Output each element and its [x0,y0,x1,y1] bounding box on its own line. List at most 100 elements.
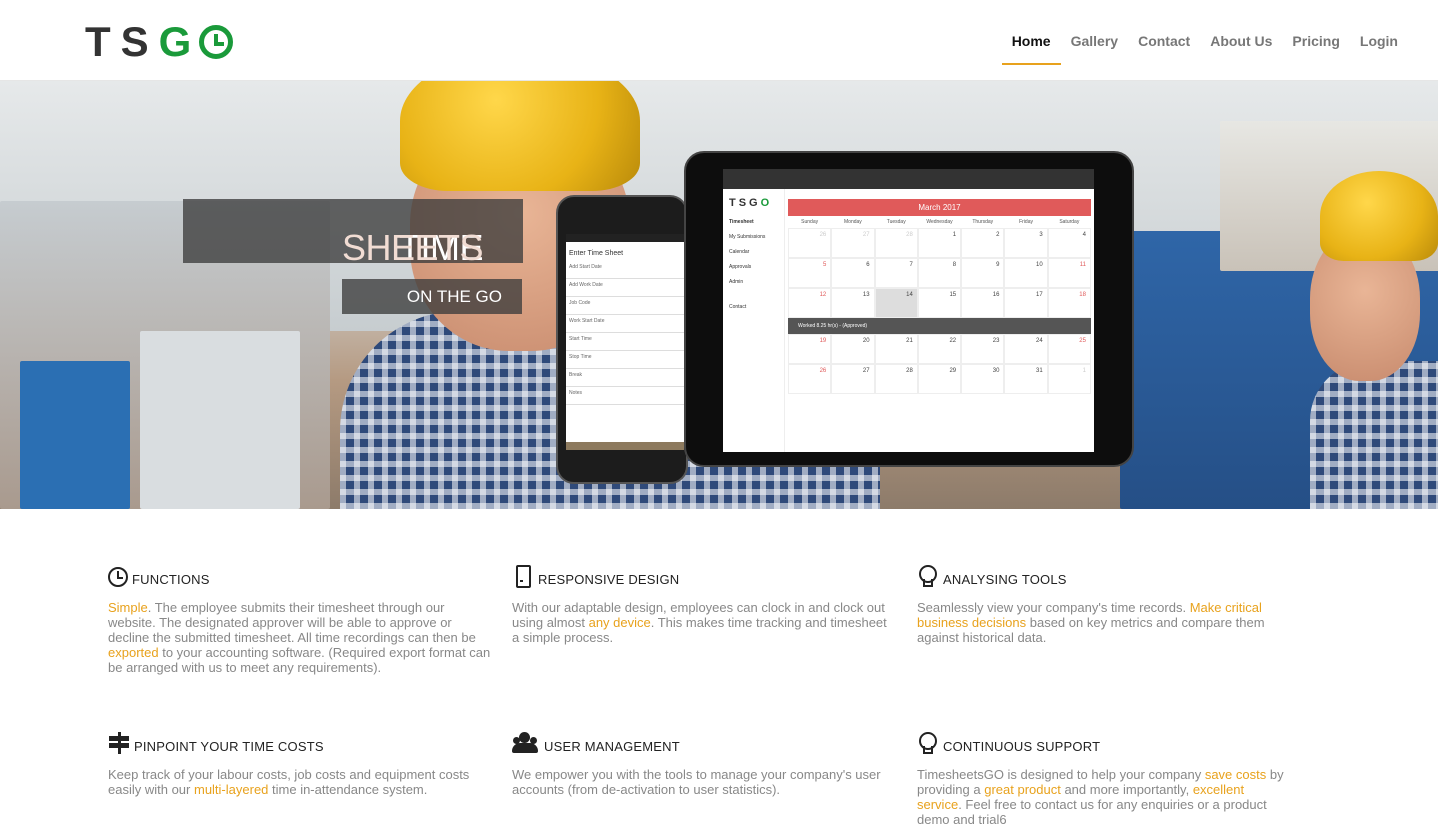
feature-text: We empower you with the tools to manage … [512,767,897,797]
weekday-label: Tuesday [886,219,906,225]
feature-heading: USER MANAGEMENT [512,728,897,754]
feature-link[interactable]: exported [108,645,159,660]
phone-row: Start Time [566,333,684,351]
lightbulb-icon [917,565,939,587]
logo-clock-icon [199,25,234,59]
phone-status-bar [566,234,684,242]
feature-text: Simple. The employee submits their times… [108,600,493,675]
feature-text-part: . The employee submits their timesheet t… [108,600,476,645]
feature-text-part: Seamlessly view your company's time reco… [917,600,1190,615]
hero-subtitle: ON THE GO [406,287,502,306]
hero-banner: Enter Time Sheet Add Start Date Add Work… [0,81,1438,509]
tsgo-logo[interactable]: TS G [85,18,234,65]
calendar-day: 19 [788,334,832,364]
tablet-mockup: Timesheet My Submissions Calendar Approv… [684,151,1134,467]
signpost-icon [108,732,130,754]
feature-text: With our adaptable design, employees can… [512,600,897,645]
calendar-day: 5 [788,258,832,288]
calendar-day: 1 [1047,364,1091,394]
phone-row: Job Code [566,297,684,315]
nav-login[interactable]: Login [1360,0,1398,81]
nav-contact[interactable]: Contact [1138,0,1190,81]
feature-functions: FUNCTIONS Simple. The employee submits t… [108,561,493,675]
tablet-logo-dark: TSG [729,197,761,209]
phone-mockup: Enter Time Sheet Add Start Date Add Work… [556,195,688,484]
calendar-week: 5 6 7 8 9 10 11 [788,258,1091,288]
weekday-label: Friday [1019,219,1033,225]
feature-link[interactable]: any device [589,615,651,630]
worked-hours-bar: Worked 8.25 hr(s) - (Approved) [788,318,1091,334]
calendar-day: 24 [1004,334,1048,364]
lightbulb-icon [917,732,939,754]
logo-text-green: G [158,18,202,65]
worker-left-helmet [400,81,640,191]
phone-submit-bar [566,442,684,450]
calendar-month-header: March 2017 [788,199,1091,216]
worker-right-shirt [1310,361,1438,509]
feature-heading: CONTINUOUS SUPPORT [917,728,1287,754]
nav-gallery[interactable]: Gallery [1071,0,1118,81]
feature-text: Keep track of your labour costs, job cos… [108,767,493,797]
calendar-day: 7 [874,258,918,288]
phone-row: Break [566,369,684,387]
nav-home[interactable]: Home [1001,0,1061,81]
feature-title: CONTINUOUS SUPPORT [943,739,1101,754]
phone-title: Enter Time Sheet [569,250,624,257]
nav-pricing[interactable]: Pricing [1292,0,1339,81]
calendar-day: 1 [917,228,962,258]
calendar-day: 17 [1004,288,1048,318]
calendar-day: 14 [874,288,918,318]
calendar-day: 15 [917,288,962,318]
calendar-day: 20 [831,334,875,364]
feature-pinpoint-costs: PINPOINT YOUR TIME COSTS Keep track of y… [108,728,493,797]
calendar-day: 11 [1047,258,1091,288]
tablet-sidebar: Timesheet My Submissions Calendar Approv… [723,189,785,452]
site-header: TS G Home Gallery Contact About Us Prici… [0,0,1438,81]
feature-text-part: to your accounting software. (Required e… [108,645,491,675]
tablet-screen: Timesheet My Submissions Calendar Approv… [723,169,1094,452]
feature-title: USER MANAGEMENT [544,739,680,754]
feature-user-management: USER MANAGEMENT We empower you with the … [512,728,897,797]
feature-link[interactable]: save costs [1205,767,1266,782]
phone-row: Work Start Date [566,315,684,333]
calendar-day: 21 [874,334,918,364]
calendar-day: 18 [1047,288,1091,318]
feature-heading: PINPOINT YOUR TIME COSTS [108,728,493,754]
calendar-day: 26 [788,228,832,258]
calendar-day: 27 [831,228,875,258]
tablet-menu-item: Approvals [729,264,752,270]
feature-link[interactable]: multi-layered [194,782,268,797]
phone-row: Add Start Date [566,261,684,279]
calendar-day: 16 [961,288,1005,318]
calendar-day: 29 [917,364,962,394]
calendar-week: 26 27 28 1 2 3 4 [788,228,1091,258]
logo-text-dark: TS [85,18,159,65]
feature-heading: ANALYSING TOOLS [917,561,1277,587]
features-section: FUNCTIONS Simple. The employee submits t… [0,509,1438,825]
nav-about-us[interactable]: About Us [1210,0,1272,81]
feature-title: ANALYSING TOOLS [943,572,1067,587]
weekday-label: Wednesday [926,219,953,225]
main-nav: Home Gallery Contact About Us Pricing Lo… [992,0,1398,81]
feature-link[interactable]: Simple [108,600,148,615]
tablet-menu-item: Contact [729,304,747,310]
calendar-day: 22 [917,334,962,364]
users-icon [512,732,540,754]
feature-text-part: and more importantly, [1060,782,1193,797]
hero-title-word2: SHEETS [341,227,484,268]
calendar-day: 6 [831,258,875,288]
tablet-menu-item: Timesheet [729,219,754,225]
worker-right-image [1290,161,1438,509]
calendar-day: 10 [1004,258,1048,288]
feature-text: Seamlessly view your company's time reco… [917,600,1277,645]
hero-title-box: TIME SHEETS [183,199,523,268]
tablet-app-bar [723,169,1094,189]
calendar-day: 2 [961,228,1005,258]
weekday-label: Saturday [1059,219,1080,225]
tablet-logo: TSGO [729,197,772,209]
feature-link[interactable]: great product [984,782,1061,797]
feature-heading: RESPONSIVE DESIGN [512,561,897,588]
feature-heading: FUNCTIONS [108,561,493,587]
calendar-day: 28 [874,364,918,394]
tablet-logo-green: O [760,197,773,209]
